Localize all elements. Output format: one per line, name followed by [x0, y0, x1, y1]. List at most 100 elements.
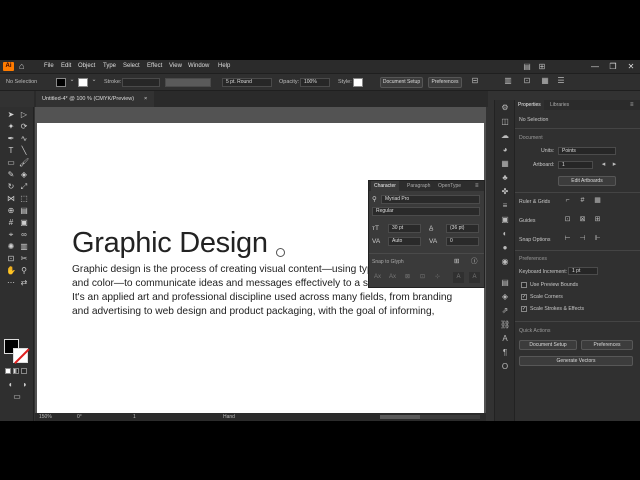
opacity-field[interactable]: 100% — [300, 78, 330, 87]
edit-toolbar-icon[interactable]: ⋯ — [6, 278, 16, 288]
menu-select[interactable]: Select — [123, 60, 140, 73]
gradient-icon[interactable]: ▣ — [19, 218, 29, 228]
draw-mode-icon[interactable]: ◐ — [6, 380, 16, 390]
type-tool-icon[interactable]: T — [6, 146, 16, 156]
export-icon[interactable]: ⇗ — [500, 306, 510, 316]
direct-selection-tool-icon[interactable]: ▷ — [19, 110, 29, 120]
chevron-down-icon[interactable]: ⌄ — [67, 76, 77, 85]
snap-to-point-icon[interactable]: ⊢ — [563, 234, 572, 243]
character-icon[interactable]: A — [500, 334, 510, 344]
properties-icon[interactable]: ⚙ — [500, 103, 510, 113]
zoom-tool-icon[interactable]: ⚲ — [19, 266, 29, 276]
snap-glyph-bounds-icon[interactable]: ⊠ — [402, 272, 413, 283]
info-icon[interactable]: ⓘ — [471, 257, 478, 266]
snap-x-height-icon[interactable]: Ax — [387, 272, 398, 283]
grid-icon[interactable]: # — [578, 196, 587, 205]
paragraph-line-3[interactable]: It's an applied art and professional dis… — [72, 291, 452, 305]
panel-menu-icon[interactable]: ≡ — [475, 181, 479, 191]
artboard-select[interactable]: 1 — [558, 161, 593, 169]
ruler-icon[interactable]: ⌐ — [563, 196, 572, 205]
menu-help[interactable]: Help — [218, 60, 230, 73]
menu-edit[interactable]: Edit — [61, 60, 71, 73]
draw-inside-icon[interactable]: ◑ — [19, 380, 29, 390]
paintbrush-icon[interactable]: 🖌 — [19, 158, 29, 168]
keyboard-increment-field[interactable]: 1 pt — [568, 267, 598, 275]
menu-type[interactable]: Type — [103, 60, 116, 73]
rectangle-tool-icon[interactable]: ▭ — [6, 158, 16, 168]
rotation-value[interactable]: 0° — [77, 413, 82, 421]
none-mode-icon[interactable] — [21, 368, 27, 374]
blend-icon[interactable]: ∞ — [19, 230, 29, 240]
select-similar-icon[interactable]: ⊟ — [470, 76, 480, 85]
magic-wand-icon[interactable]: ✦ — [6, 122, 16, 132]
workspace-icon[interactable]: ⊞ — [537, 62, 547, 71]
zoom-level[interactable]: 150% — [39, 413, 52, 421]
heading-text[interactable]: Graphic Design — [72, 229, 268, 258]
appearance-icon[interactable]: ● — [500, 243, 510, 253]
color-icon[interactable]: ◕ — [500, 145, 510, 155]
arrange-documents-icon[interactable]: ▤ — [522, 62, 532, 71]
align-icon[interactable]: ▥ — [503, 76, 513, 85]
snap-proximity-icon[interactable]: ⊡ — [417, 272, 428, 283]
font-family-field[interactable]: Myriad Pro — [381, 195, 480, 204]
tab-properties[interactable]: Properties — [515, 100, 544, 110]
symbols-icon[interactable]: ✤ — [500, 187, 510, 197]
scale-corners-checkbox[interactable]: ✓ — [521, 294, 527, 300]
units-select[interactable]: Points — [558, 147, 616, 155]
width-tool-icon[interactable]: ⋈ — [6, 194, 16, 204]
stroke-swatch[interactable] — [78, 78, 88, 87]
brush-definition-field[interactable]: 5 pt. Round — [222, 78, 272, 87]
transparency-icon[interactable]: ◐ — [500, 229, 510, 239]
paragraph-icon[interactable]: ¶ — [500, 348, 510, 358]
color-mode-icon[interactable] — [5, 368, 11, 374]
snap-baseline-icon[interactable]: Ax — [372, 272, 383, 283]
gradient-mode-icon[interactable] — [13, 368, 19, 374]
snap-angular-icon[interactable]: ⊹ — [432, 272, 443, 283]
show-guides-icon[interactable]: ⊡ — [563, 215, 572, 224]
fill-swatch[interactable] — [56, 78, 66, 87]
rotate-icon[interactable]: ↻ — [6, 182, 16, 192]
preferences-button[interactable]: Preferences — [581, 340, 633, 350]
tab-libraries[interactable]: Libraries — [547, 100, 572, 110]
previous-artboard-icon[interactable]: ◂ — [599, 160, 608, 169]
hand-tool-icon[interactable]: ✋ — [6, 266, 16, 276]
close-window-button[interactable]: ✕ — [624, 60, 638, 73]
layers-icon[interactable]: ◫ — [500, 117, 510, 127]
menu-file[interactable]: File — [44, 60, 54, 73]
next-artboard-icon[interactable]: ▸ — [610, 160, 619, 169]
snap-anchor-icon[interactable]: A — [469, 272, 480, 283]
perspective-grid-icon[interactable]: ▤ — [19, 206, 29, 216]
tab-paragraph[interactable]: Paragraph — [404, 181, 433, 191]
scrollbar-thumb[interactable] — [380, 415, 420, 419]
selection-tool-icon[interactable]: ➤ — [6, 110, 16, 120]
eyedropper-icon[interactable]: ⌖ — [6, 230, 16, 240]
stroke-color-box[interactable] — [13, 348, 28, 363]
use-preview-bounds-checkbox[interactable] — [521, 282, 527, 288]
swatches-icon[interactable]: ▦ — [500, 159, 510, 169]
menu-view[interactable]: View — [169, 60, 182, 73]
scale-strokes-checkbox[interactable]: ✓ — [521, 306, 527, 312]
lock-guides-icon[interactable]: ⊞ — [593, 215, 602, 224]
links-icon[interactable]: ⛓ — [500, 320, 510, 330]
horizontal-scrollbar[interactable] — [380, 415, 480, 419]
variable-width-profile[interactable] — [165, 78, 211, 87]
panel-menu-icon[interactable]: ☰ — [556, 76, 566, 85]
document-setup-button[interactable]: Document Setup — [380, 77, 423, 88]
libraries-icon[interactable]: ☁ — [500, 131, 510, 141]
home-icon[interactable]: ⌂ — [19, 62, 24, 71]
column-graph-icon[interactable]: ▥ — [19, 242, 29, 252]
document-tab[interactable]: Untitled-4* @ 100 % (CMYK/Preview) × — [36, 91, 154, 107]
edit-artboards-button[interactable]: Edit Artboards — [558, 176, 616, 186]
artboard-number[interactable]: 1 — [133, 413, 136, 421]
isolate-icon[interactable]: ▦ — [540, 76, 550, 85]
menu-window[interactable]: Window — [188, 60, 209, 73]
graphic-styles-icon[interactable]: ◉ — [500, 257, 510, 267]
document-setup-button[interactable]: Document Setup — [519, 340, 577, 350]
shaper-icon[interactable]: ✎ — [6, 170, 16, 180]
slice-icon[interactable]: ✂ — [19, 254, 29, 264]
symbol-sprayer-icon[interactable]: ✺ — [6, 242, 16, 252]
menu-effect[interactable]: Effect — [147, 60, 162, 73]
smart-guides-icon[interactable]: ⊠ — [578, 215, 587, 224]
glyph-icon[interactable]: ⊞ — [454, 257, 459, 266]
swap-colors-icon[interactable]: ⇄ — [19, 278, 29, 288]
